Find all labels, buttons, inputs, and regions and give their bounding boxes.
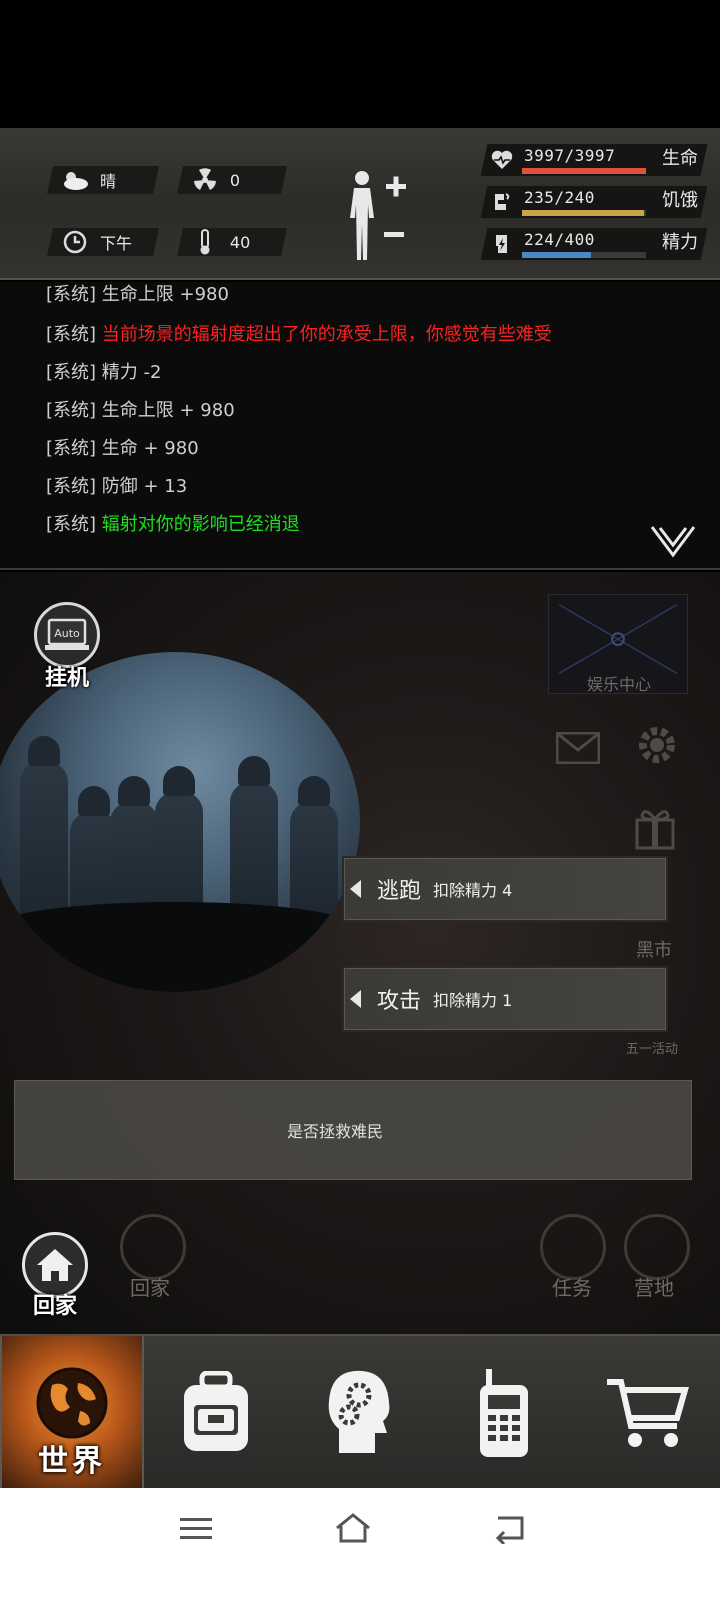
flee-label: 逃跑 [377,879,422,904]
radiation-chip: 0 [177,166,287,194]
rescue-prompt-text: 是否拯救难民 [286,1122,383,1141]
weather-text: 晴 [100,172,117,191]
log-line: [系统] 生命 + 980 [46,438,199,459]
log-line: [系统] 辐射对你的影响已经消退 [46,514,300,535]
ghost-camp-label: 营地 [634,1276,674,1300]
nav-radio[interactable] [432,1336,576,1490]
time-of-day-text: 下午 [100,234,133,253]
clock-icon [60,229,90,255]
time-chip: 下午 [47,228,159,256]
ghost-quest-label: 任务 [552,1276,592,1300]
ghost-camp-icon [624,1214,690,1280]
scene-view: 娱乐中心 黑市 五一活动 Auto 挂机 逃跑 扣除精力 4 攻击 扣除精力 1… [0,572,720,1362]
radio-icon [480,1369,528,1457]
status-panel: 晴 0 下午 40 3997/3997 生命 235/240 饥饿 224/40… [0,128,720,280]
brain-icon [328,1370,390,1453]
energy-value: 224/400 [524,230,595,249]
message-log[interactable]: [系统] 生命上限 +980 [系统] 当前场景的辐射度超出了你的承受上限，你感… [0,282,720,570]
gift-icon[interactable] [634,806,676,854]
radiation-icon [190,167,220,193]
heart-icon [491,150,513,169]
settings-icon[interactable] [634,722,680,772]
hunger-label: 饥饿 [662,190,698,211]
home-icon [37,1249,73,1281]
nav-shop[interactable] [576,1336,720,1490]
home-system-icon[interactable] [334,1512,372,1548]
log-expand-chevron-icon[interactable] [650,525,696,559]
attack-button[interactable]: 攻击 扣除精力 1 [342,966,668,1032]
hunger-bar: 235/240 饥饿 [480,182,708,218]
nav-world-label: 世界 [38,1444,106,1479]
health-bar: 3997/3997 生命 [480,140,708,176]
black-market-label[interactable]: 黑市 [636,936,672,962]
scope-view [0,652,360,992]
attack-label: 攻击 [377,989,422,1014]
body-icon [350,171,406,260]
log-line: [系统] 防御 + 13 [46,476,188,497]
auto-icon-text: Auto [54,627,80,640]
flee-arrow-icon [350,880,361,898]
weather-cloud-icon [60,167,90,193]
log-line: [系统] 精力 -2 [46,362,162,383]
menu-icon[interactable] [180,1516,212,1546]
go-home-label: 回家 [32,1294,77,1319]
rescue-prompt: 是否拯救难民 [14,1080,692,1180]
globe-icon [36,1367,108,1439]
temperature-chip: 40 [177,228,287,256]
auto-battle-label: 挂机 [44,666,89,691]
nav-skills[interactable] [288,1336,432,1490]
health-label: 生命 [662,148,698,169]
cart-icon [607,1379,689,1447]
log-line: [系统] 生命上限 + 980 [46,400,235,421]
go-home-button[interactable]: 回家 [20,1232,90,1322]
weather-chip: 晴 [47,166,159,194]
hunger-value: 235/240 [524,188,595,207]
nav-backpack[interactable] [144,1336,288,1490]
hunger-icon [495,193,510,210]
flee-button[interactable]: 逃跑 扣除精力 4 [342,856,668,922]
entertainment-center-button[interactable]: 娱乐中心 [548,594,688,694]
radiation-value: 0 [230,170,241,190]
auto-laptop-icon: Auto [45,618,89,650]
bottom-nav: 世界 [0,1334,720,1490]
log-line-partial: [系统] 生命上限 +980 [46,284,229,305]
attack-cost: 扣除精力 1 [433,991,513,1010]
energy-icon [496,235,507,253]
ghost-quest-icon [540,1214,606,1280]
thermometer-icon [190,229,220,255]
auto-battle-button[interactable]: Auto 挂机 [34,602,100,692]
may-day-event-label[interactable]: 五一活动 [626,1038,678,1057]
nav-world[interactable]: 世界 [0,1336,144,1490]
entertainment-center-label: 娱乐中心 [586,675,651,694]
flee-cost: 扣除精力 4 [433,881,513,900]
log-line: [系统] 当前场景的辐射度超出了你的承受上限，你感觉有些难受 [46,324,552,345]
health-value: 3997/3997 [524,146,616,165]
mail-icon[interactable] [555,731,601,768]
temperature-value: 40 [230,232,251,252]
attack-arrow-icon [350,990,361,1008]
back-icon[interactable] [494,1514,526,1548]
body-status-button[interactable] [340,168,410,264]
backpack-icon [184,1371,248,1451]
system-nav-bar [0,1488,720,1600]
ghost-home-icon [120,1214,186,1280]
energy-label: 精力 [662,232,698,253]
energy-bar: 224/400 精力 [480,224,708,260]
ghost-home-label: 回家 [130,1276,170,1300]
